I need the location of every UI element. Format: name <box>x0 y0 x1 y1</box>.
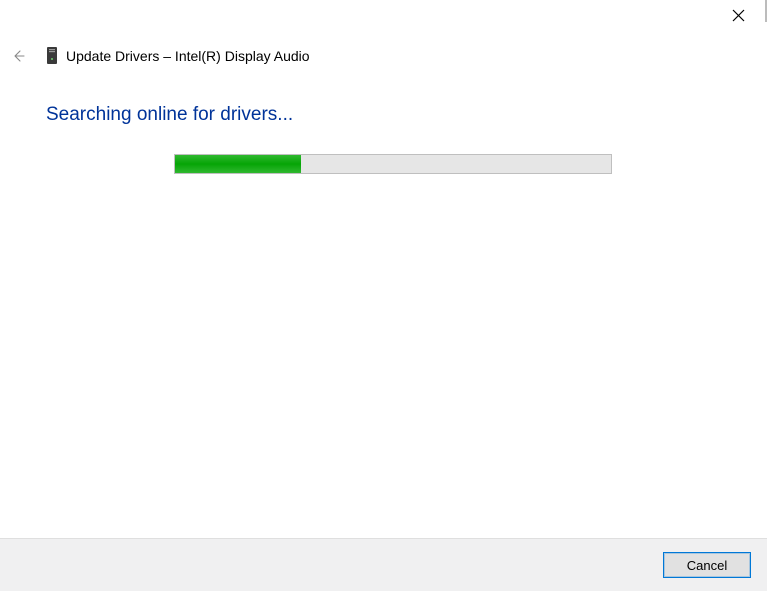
progress-fill <box>175 155 301 173</box>
content-area: Searching online for drivers... <box>46 104 721 174</box>
wizard-header: Update Drivers – Intel(R) Display Audio <box>10 44 757 68</box>
window-title: Update Drivers – Intel(R) Display Audio <box>66 48 310 64</box>
close-icon <box>732 9 745 22</box>
back-button[interactable] <box>10 48 26 64</box>
cancel-button[interactable]: Cancel <box>663 552 751 578</box>
computer-tower-icon <box>46 47 58 65</box>
status-heading: Searching online for drivers... <box>46 104 721 126</box>
close-button[interactable] <box>731 8 745 22</box>
footer: Cancel <box>0 538 767 591</box>
back-arrow-icon <box>11 49 25 63</box>
device-icon <box>46 47 58 65</box>
progress-bar <box>174 154 612 174</box>
titlebar <box>731 0 767 32</box>
